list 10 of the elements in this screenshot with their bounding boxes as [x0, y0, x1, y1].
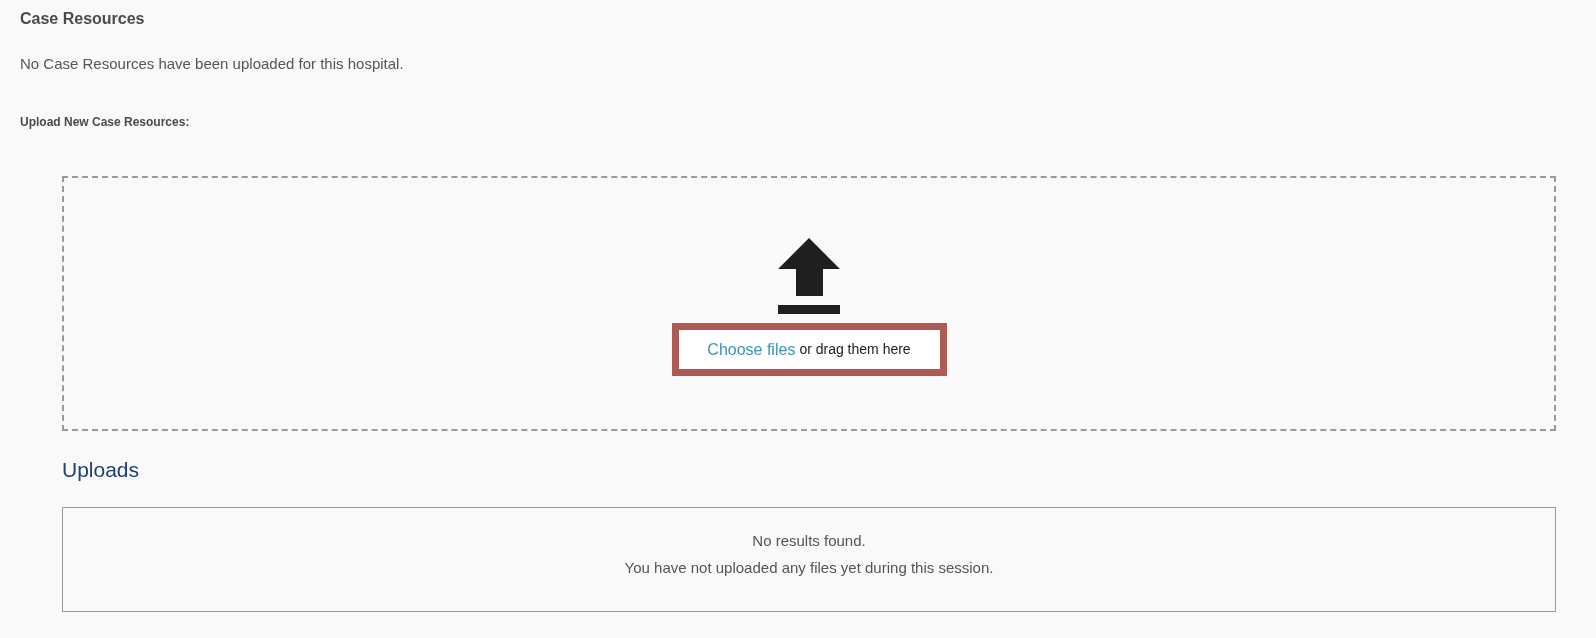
uploads-title: Uploads [62, 458, 141, 482]
drag-hint: or drag them here [799, 340, 911, 359]
empty-message: No Case Resources have been uploaded for this hospital. [20, 54, 405, 74]
upload-icon [778, 238, 840, 314]
results-message: No results found. [751, 531, 867, 551]
results-message: You have not uploaded any files yet during this session. [623, 558, 995, 578]
drop-zone[interactable]: Choose files or drag them here [62, 176, 1556, 431]
upload-label: Upload New Case Resources: [20, 114, 191, 130]
page-title: Case Resources [20, 9, 146, 29]
choose-files-link[interactable]: Choose files [707, 337, 796, 362]
